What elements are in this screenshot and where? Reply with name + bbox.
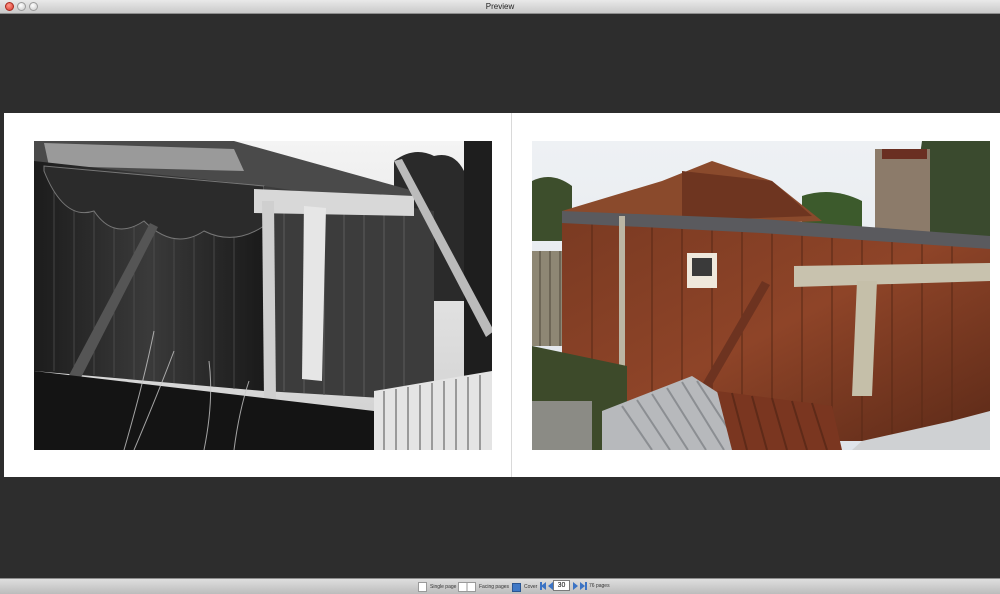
total-pages-label: 76 pages <box>589 583 610 589</box>
next-page-button[interactable] <box>573 582 578 590</box>
title-bar[interactable]: Preview <box>0 0 1000 14</box>
page-number-input[interactable] <box>553 580 570 591</box>
facing-pages-label: Facing pages <box>479 584 510 590</box>
facing-pages-toggle[interactable]: Facing pages <box>458 582 509 592</box>
facing-pages-icon <box>458 582 476 592</box>
page-spread <box>4 113 1000 477</box>
spread-gutter <box>511 113 512 477</box>
color-shed-image <box>532 141 990 450</box>
last-page-button[interactable] <box>580 582 587 590</box>
cover-icon <box>512 582 521 592</box>
single-page-icon <box>418 582 427 592</box>
single-page-toggle[interactable]: Single page <box>418 582 456 592</box>
first-page-button[interactable] <box>540 582 546 590</box>
cover-label: Cover <box>524 584 538 590</box>
cover-button[interactable]: Cover <box>512 582 537 592</box>
last-page-bar-icon <box>585 582 587 590</box>
right-page-photo[interactable] <box>532 141 990 450</box>
preview-window: Preview Single page Facing pages Cover 3… <box>0 0 1000 594</box>
first-page-arrow-icon <box>541 582 546 590</box>
window-title: Preview <box>485 2 515 11</box>
left-page-photo[interactable] <box>34 141 492 450</box>
bottom-toolbar: Single page Facing pages Cover <box>0 578 1000 594</box>
single-page-label: Single page <box>430 584 457 590</box>
bw-shed-image <box>34 141 492 450</box>
